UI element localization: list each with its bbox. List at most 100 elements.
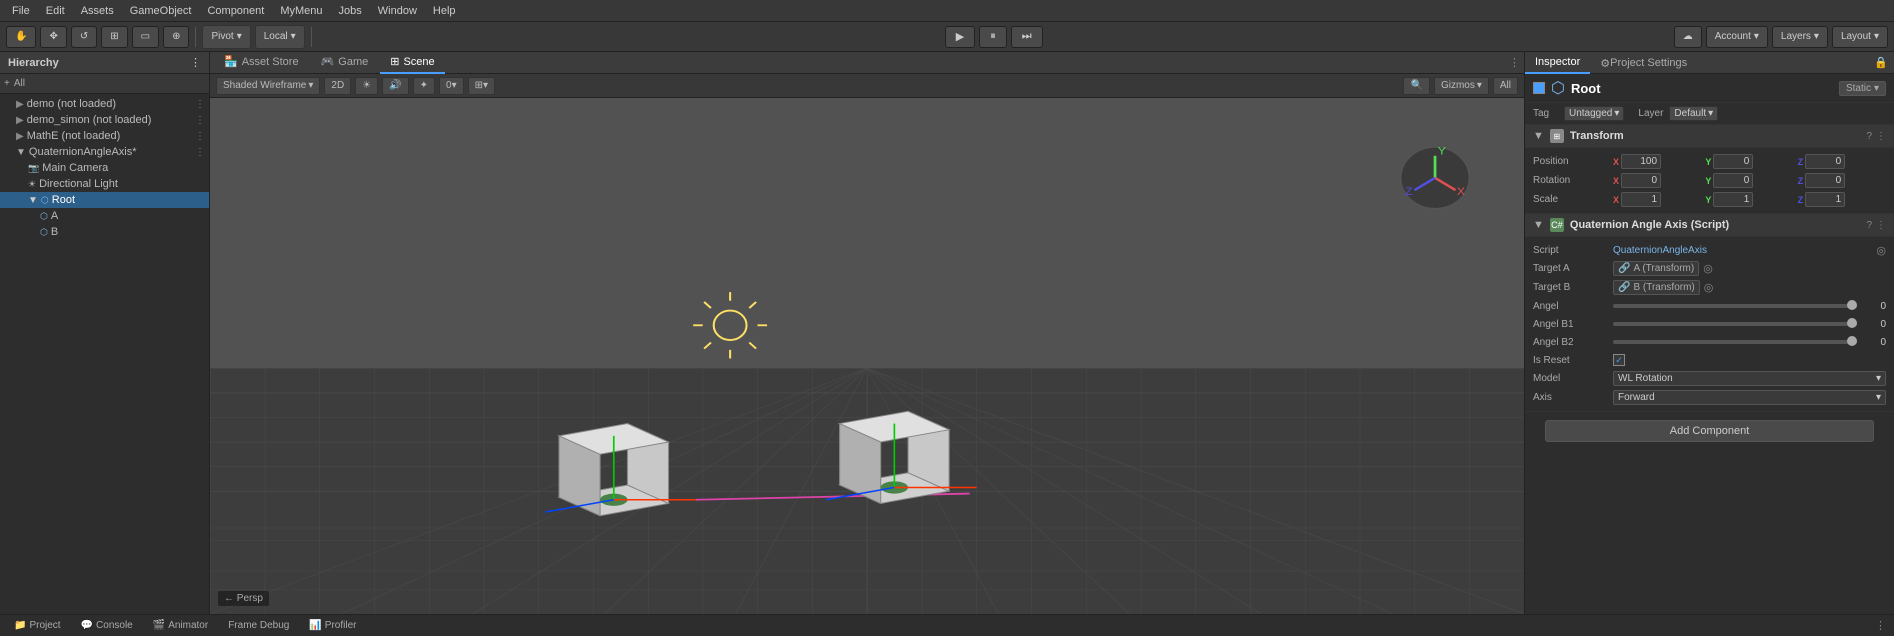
script-component-header[interactable]: ▼ C# Quaternion Angle Axis (Script) ? ⋮ — [1525, 214, 1894, 237]
menu-gameobject[interactable]: GameObject — [122, 0, 200, 22]
hierarchy-item-a[interactable]: ⬡ A — [0, 208, 209, 224]
hierarchy-item-dir-light[interactable]: ☀ Directional Light — [0, 176, 209, 192]
menu-file[interactable]: File — [4, 0, 38, 22]
position-z-input[interactable] — [1805, 154, 1845, 169]
layer-dropdown[interactable]: Default ▾ — [1669, 106, 1718, 121]
hierarchy-item-b[interactable]: ⬡ B — [0, 224, 209, 240]
layers-btn[interactable]: Layers ▾ — [1772, 26, 1828, 48]
scene-search-btn[interactable]: 🔍 — [1403, 77, 1429, 95]
transform-tool-btn[interactable]: ⊕ — [163, 26, 189, 48]
angel-b1-slider-thumb[interactable] — [1847, 318, 1857, 328]
rotation-x-input[interactable] — [1621, 173, 1661, 188]
pause-button[interactable]: ⏸ — [979, 26, 1007, 48]
local-btn[interactable]: Local ▾ — [256, 26, 304, 48]
target-a-pick-btn[interactable]: ◎ — [1703, 262, 1713, 275]
menu-component[interactable]: Component — [199, 0, 272, 22]
target-b-pick-btn[interactable]: ◎ — [1704, 281, 1714, 294]
shading-mode-btn[interactable]: Shaded Wireframe ▾ — [216, 77, 320, 95]
angel-slider-bar[interactable] — [1613, 304, 1857, 308]
rotate-tool-btn[interactable]: ↺ — [71, 26, 97, 48]
fx-toggle-btn[interactable]: ✦ — [413, 77, 435, 95]
hierarchy-item-mathe[interactable]: ▶ MathE (not loaded) ⋮ — [0, 128, 209, 144]
angel-b1-slider-bar[interactable] — [1613, 322, 1857, 326]
menu-mymenu[interactable]: MyMenu — [272, 0, 330, 22]
hierarchy-item-demo[interactable]: ▶ demo (not loaded) ⋮ — [0, 96, 209, 112]
add-component-button[interactable]: Add Component — [1545, 420, 1874, 442]
scale-z-input[interactable] — [1805, 192, 1845, 207]
position-x-input[interactable] — [1621, 154, 1661, 169]
tab-game[interactable]: 🎮 Game — [311, 52, 379, 74]
tag-dropdown[interactable]: Untagged ▾ — [1564, 106, 1624, 121]
layers-scene-btn[interactable]: 0▾ — [439, 77, 464, 95]
layout-btn[interactable]: Layout ▾ — [1832, 26, 1888, 48]
tab-scene[interactable]: ⊞ Scene — [380, 52, 444, 74]
scale-z-field: Z — [1798, 192, 1886, 207]
angel-slider-thumb[interactable] — [1847, 300, 1857, 310]
hierarchy-item-more3[interactable]: ⋮ — [195, 131, 205, 142]
hierarchy-item-demo-simon[interactable]: ▶ demo_simon (not loaded) ⋮ — [0, 112, 209, 128]
hierarchy-item-more4[interactable]: ⋮ — [195, 147, 205, 158]
model-dropdown[interactable]: WL Rotation ▾ — [1613, 371, 1886, 386]
light-toggle-btn[interactable]: ☀ — [355, 77, 378, 95]
script-ref-value[interactable]: QuaternionAngleAxis — [1613, 245, 1707, 256]
object-active-checkbox[interactable] — [1533, 82, 1545, 94]
tab-project[interactable]: 📁 Project — [8, 620, 67, 631]
gizmos-btn[interactable]: Gizmos ▾ — [1434, 77, 1489, 95]
scene-options-btn[interactable]: ⋮ — [1509, 56, 1520, 69]
menu-assets[interactable]: Assets — [73, 0, 122, 22]
menu-window[interactable]: Window — [370, 0, 425, 22]
hierarchy-item-main-camera[interactable]: 📷 Main Camera — [0, 160, 209, 176]
tab-project-settings[interactable]: ⚙ Project Settings — [1590, 52, 1697, 74]
angel-b2-slider-bar[interactable] — [1613, 340, 1857, 344]
hierarchy-item-more2[interactable]: ⋮ — [195, 115, 205, 126]
audio-toggle-btn[interactable]: 🔊 — [382, 77, 408, 95]
rotation-z-input[interactable] — [1805, 173, 1845, 188]
axis-dropdown[interactable]: Forward ▾ — [1613, 390, 1886, 405]
hierarchy-add-btn[interactable]: + — [4, 78, 10, 89]
transform-component-header[interactable]: ▼ ⊞ Transform ? ⋮ — [1525, 125, 1894, 148]
scale-y-input[interactable] — [1713, 192, 1753, 207]
tab-inspector[interactable]: Inspector — [1525, 52, 1590, 74]
rotation-y-input[interactable] — [1713, 173, 1753, 188]
menu-edit[interactable]: Edit — [38, 0, 73, 22]
script-info-btn[interactable]: ? — [1866, 220, 1872, 231]
hierarchy-item-more[interactable]: ⋮ — [195, 99, 205, 110]
hierarchy-item-root[interactable]: ▼ ⬡ Root — [0, 192, 209, 208]
account-btn[interactable]: Account ▾ — [1706, 26, 1768, 48]
move-tool-btn[interactable]: ✥ — [40, 26, 66, 48]
transform-more-btn[interactable]: ⋮ — [1876, 131, 1886, 142]
menu-help[interactable]: Help — [425, 0, 464, 22]
transform-info-btn[interactable]: ? — [1866, 131, 1872, 142]
play-button[interactable]: ▶ — [945, 26, 975, 48]
target-b-value[interactable]: 🔗 B (Transform) — [1613, 280, 1700, 295]
scale-x-input[interactable] — [1621, 192, 1661, 207]
script-target-btn[interactable]: ◎ — [1876, 244, 1886, 257]
tab-console[interactable]: 💬 Console — [75, 620, 139, 631]
hierarchy-options-btn[interactable]: ⋮ — [190, 56, 201, 69]
tab-asset-store[interactable]: 🏪 Asset Store — [214, 52, 309, 74]
step-button[interactable]: ⏭ — [1011, 26, 1043, 48]
target-a-value[interactable]: 🔗 A (Transform) — [1613, 261, 1699, 276]
tab-frame-debug[interactable]: Frame Debug — [222, 620, 295, 631]
tab-animator[interactable]: 🎬 Animator — [147, 620, 214, 631]
is-reset-checkbox[interactable] — [1613, 354, 1625, 366]
position-y-input[interactable] — [1713, 154, 1753, 169]
pivot-btn[interactable]: Pivot ▾ — [203, 26, 249, 48]
script-more-btn[interactable]: ⋮ — [1876, 220, 1886, 231]
2d-toggle-btn[interactable]: 2D — [324, 77, 351, 95]
hand-tool-btn[interactable]: ✋ — [6, 26, 36, 48]
angel-b2-slider-thumb[interactable] — [1847, 336, 1857, 346]
all-scene-btn[interactable]: All — [1493, 77, 1518, 95]
object-name[interactable]: Root — [1571, 81, 1601, 96]
hierarchy-item-quaternion[interactable]: ▼ QuaternionAngleAxis* ⋮ — [0, 144, 209, 160]
scene-view[interactable]: Y X Z ← Persp — [210, 98, 1524, 614]
bottom-bar-options[interactable]: ⋮ — [1875, 619, 1886, 632]
rect-tool-btn[interactable]: ▭ — [132, 26, 159, 48]
grid-toggle-btn[interactable]: ⊞▾ — [468, 77, 495, 95]
tab-profiler[interactable]: 📊 Profiler — [303, 620, 362, 631]
static-badge[interactable]: Static ▾ — [1839, 81, 1886, 96]
cloud-btn[interactable]: ☁ — [1674, 26, 1702, 48]
scale-tool-btn[interactable]: ⊞ — [101, 26, 127, 48]
inspector-lock-btn[interactable]: 🔒 — [1868, 52, 1894, 73]
menu-jobs[interactable]: Jobs — [331, 0, 370, 22]
